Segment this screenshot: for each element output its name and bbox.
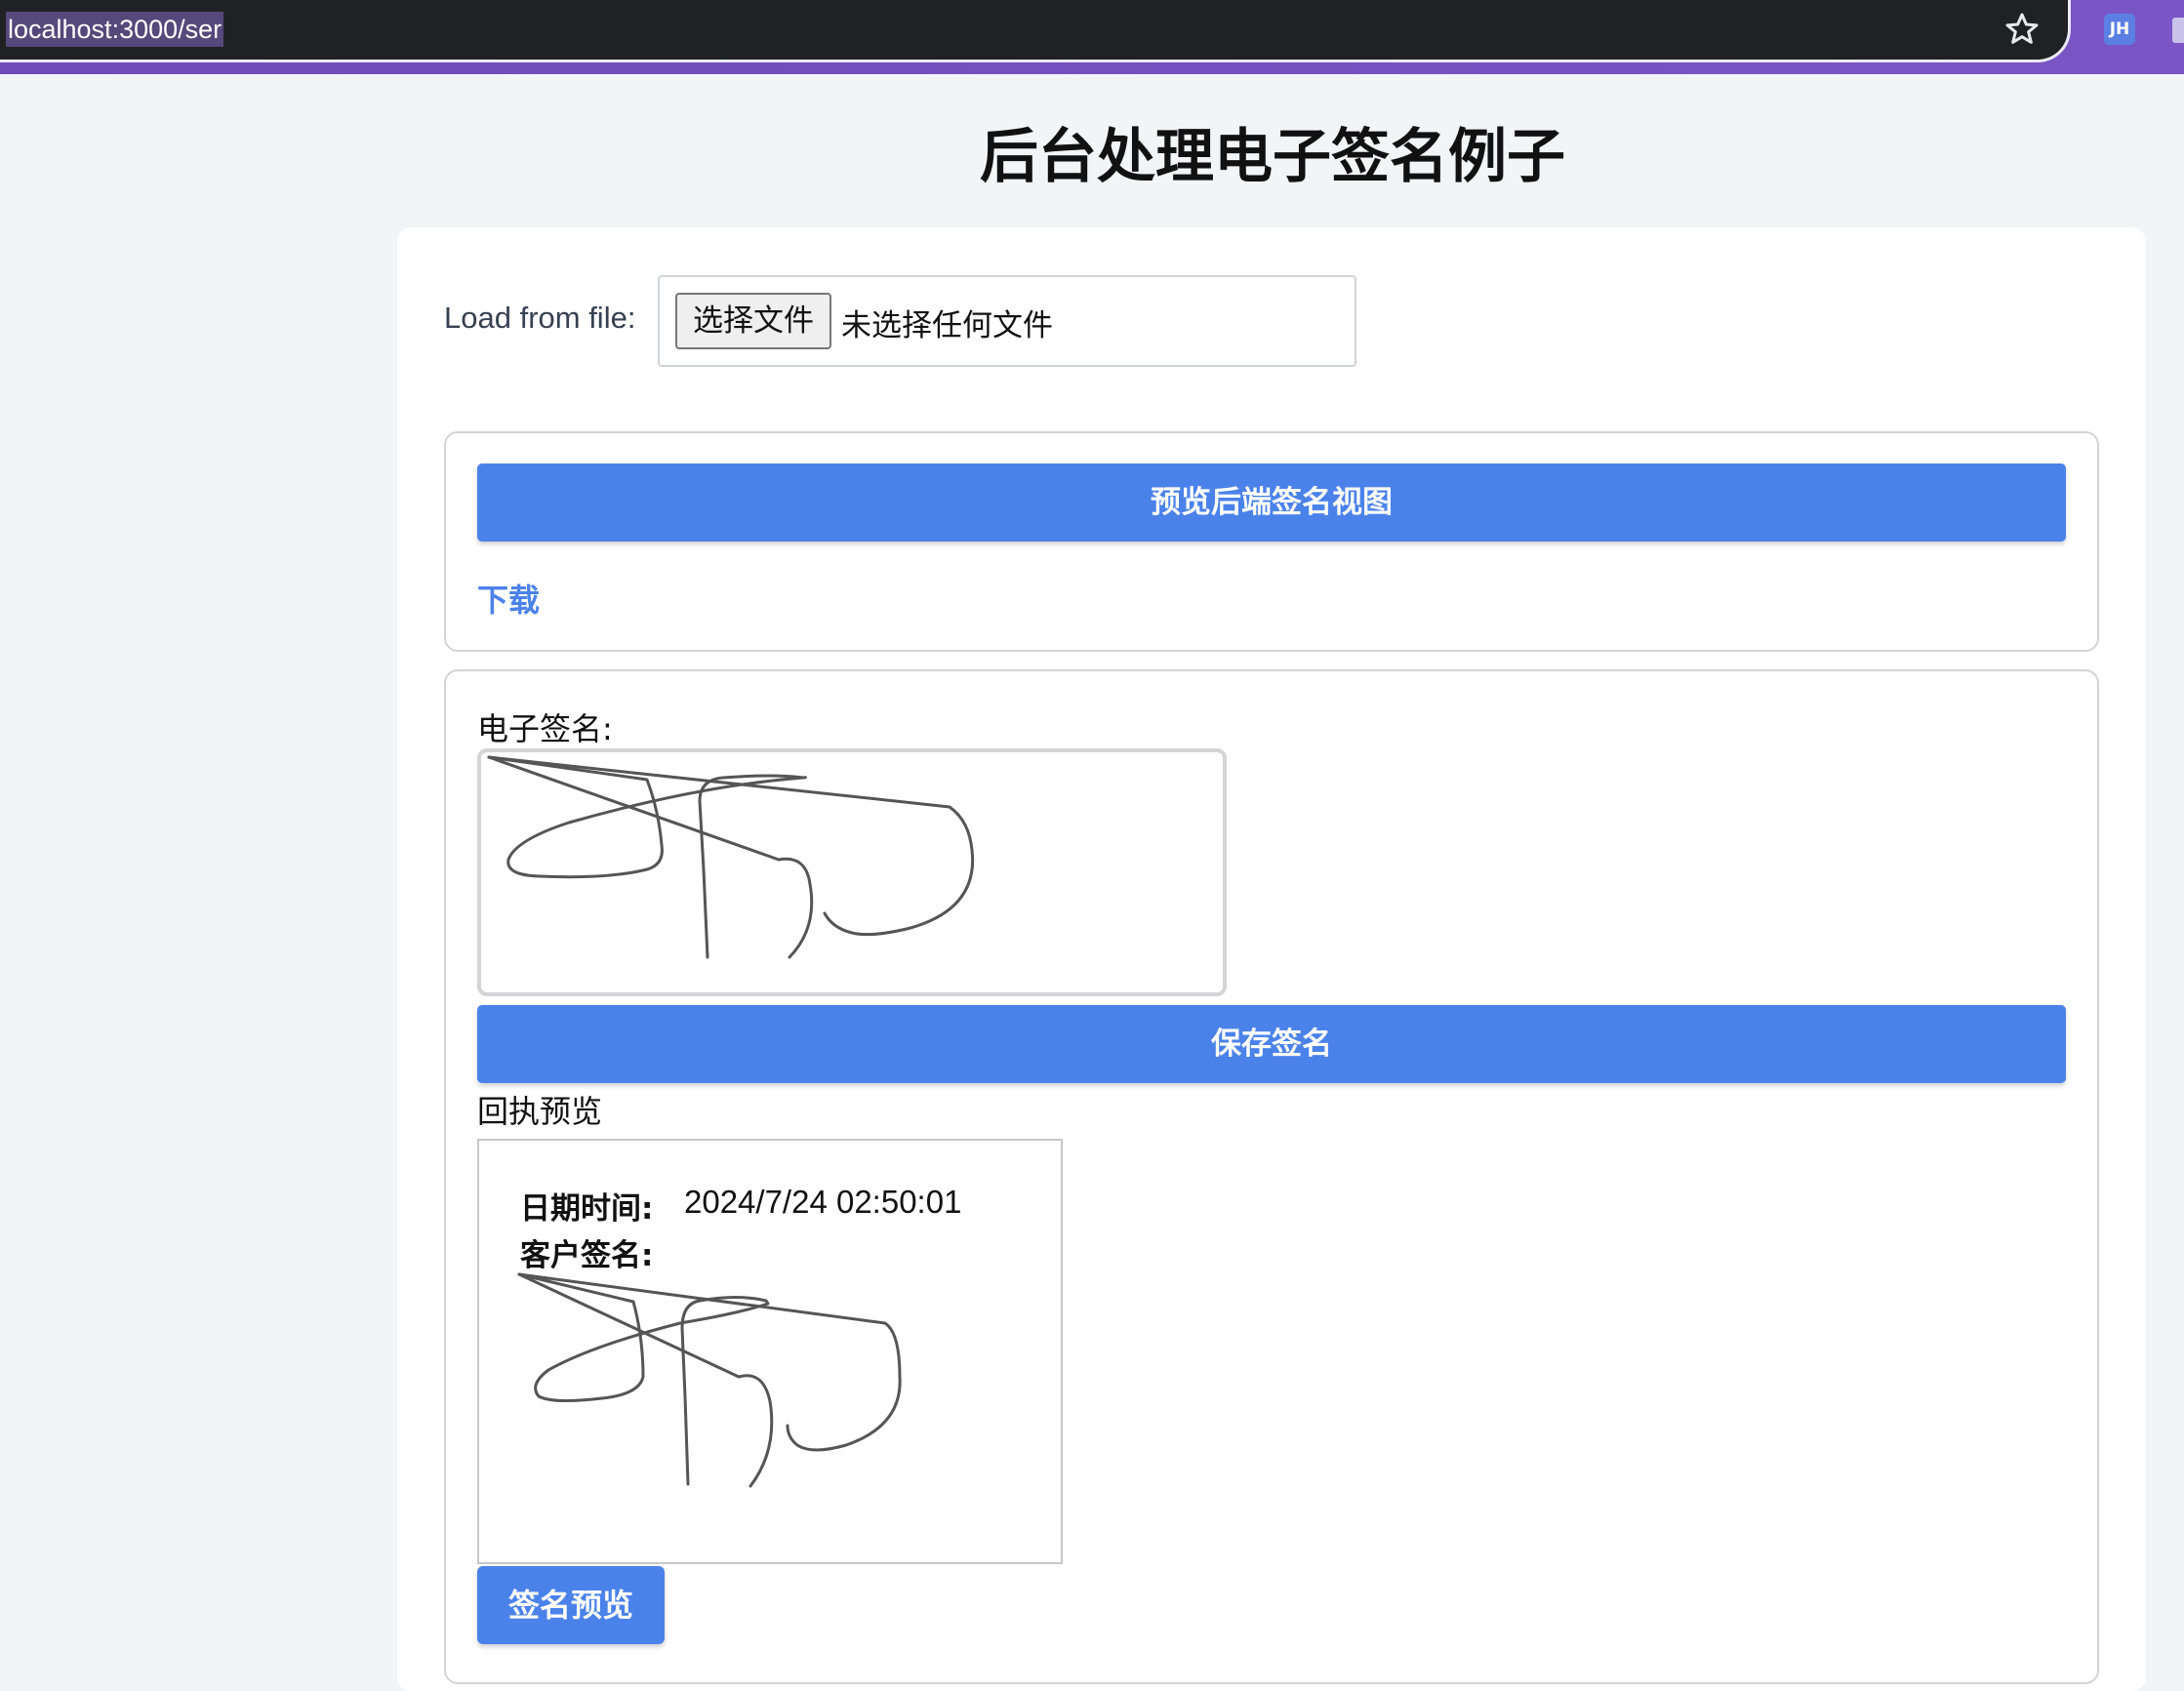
page-title: 后台处理电子签名例子 [980, 123, 1565, 191]
receipt-preview-label: 回执预览 [477, 1093, 603, 1130]
address-bar[interactable]: localhost:3000/ser [0, 0, 2071, 62]
signature-preview-button[interactable]: 签名预览 [477, 1566, 665, 1644]
download-link[interactable]: 下载 [477, 576, 540, 621]
signature-canvas[interactable] [477, 748, 1227, 996]
signature-label: 电子签名: [477, 710, 613, 747]
choose-file-button[interactable]: 选择文件 [675, 293, 831, 349]
receipt-datetime-value: 2024/7/24 02:50:01 [684, 1184, 962, 1220]
receipt-signature-label: 客户签名: [520, 1238, 654, 1273]
receipt-datetime-label: 日期时间: [520, 1191, 654, 1227]
receipt-signature-image [517, 1272, 902, 1488]
extension-icon[interactable]: JH [2104, 14, 2135, 45]
receipt-stroke-3 [517, 1272, 774, 1488]
receipt-preview-box: 日期时间: 2024/7/24 02:50:01 客户签名: [477, 1139, 1063, 1564]
receipt-stroke-2 [517, 1272, 770, 1486]
file-status-text: 未选择任何文件 [841, 308, 1053, 343]
file-input[interactable]: 选择文件 未选择任何文件 [658, 275, 1356, 367]
url-text[interactable]: localhost:3000/ser [6, 12, 224, 47]
preview-backend-signature-button[interactable]: 预览后端签名视图 [477, 463, 2066, 542]
save-signature-button[interactable]: 保存签名 [477, 1005, 2066, 1083]
extension-icon-partial[interactable] [2172, 18, 2184, 43]
browser-chrome: localhost:3000/ser JH [0, 0, 2184, 74]
bookmark-star-icon[interactable] [2002, 10, 2042, 49]
signature-drawing [487, 755, 975, 959]
file-load-label: Load from file: [444, 301, 636, 335]
